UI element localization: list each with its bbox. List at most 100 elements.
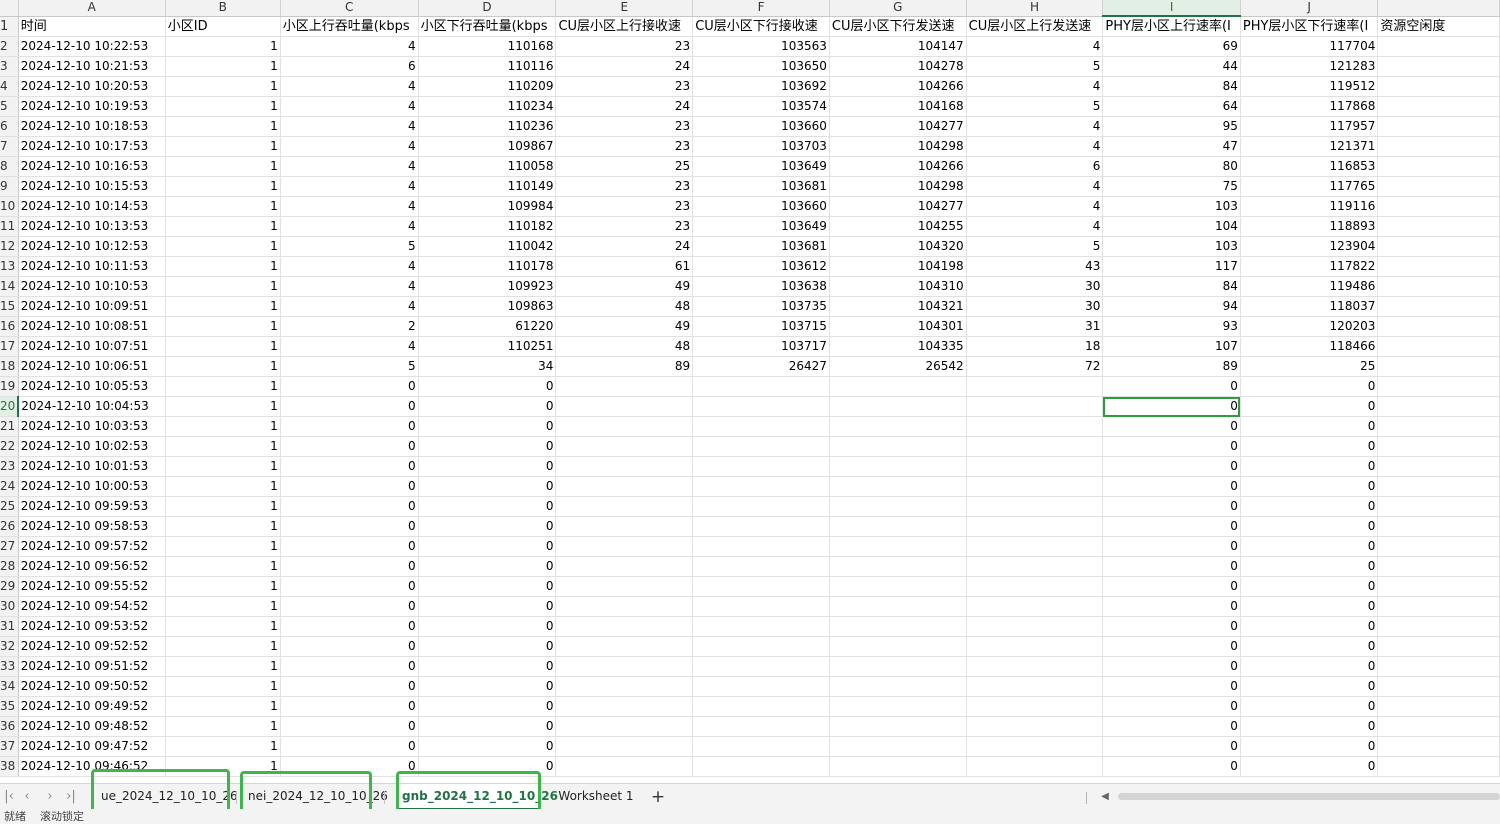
- table-cell[interactable]: 2024-12-10 09:54:52: [18, 596, 166, 617]
- table-cell[interactable]: 110058: [418, 156, 557, 177]
- first-sheet-icon[interactable]: |‹: [0, 788, 18, 806]
- table-cell[interactable]: [966, 416, 1104, 437]
- table-cell[interactable]: 89: [555, 356, 694, 377]
- table-cell[interactable]: [1377, 376, 1500, 397]
- row-number[interactable]: 4: [0, 76, 19, 97]
- table-cell[interactable]: 104: [1102, 216, 1241, 237]
- table-cell[interactable]: [692, 536, 830, 557]
- row-number[interactable]: 7: [0, 136, 19, 157]
- table-cell[interactable]: 1: [165, 516, 281, 537]
- table-cell[interactable]: 2024-12-10 10:07:51: [18, 336, 166, 357]
- table-cell[interactable]: 0: [418, 616, 557, 637]
- table-cell[interactable]: 117822: [1240, 256, 1379, 277]
- table-cell[interactable]: [555, 556, 694, 577]
- table-cell[interactable]: 64: [1102, 96, 1241, 117]
- table-cell[interactable]: 103: [1102, 236, 1241, 257]
- table-cell[interactable]: 110116: [418, 56, 557, 77]
- table-cell[interactable]: [555, 416, 694, 437]
- table-cell[interactable]: 103703: [692, 136, 830, 157]
- row-number[interactable]: 30: [0, 596, 19, 617]
- table-cell[interactable]: [692, 736, 830, 757]
- table-cell[interactable]: 2024-12-10 10:21:53: [18, 56, 166, 77]
- table-cell[interactable]: 23: [555, 116, 694, 137]
- add-sheet-button[interactable]: +: [648, 786, 668, 808]
- column-header[interactable]: B: [165, 0, 281, 17]
- table-cell[interactable]: 4: [280, 276, 419, 297]
- prev-sheet-icon[interactable]: ‹: [18, 788, 36, 806]
- table-cell[interactable]: [829, 396, 967, 417]
- table-cell[interactable]: 24: [555, 56, 694, 77]
- table-cell[interactable]: 5: [966, 96, 1104, 117]
- table-cell[interactable]: 23: [555, 196, 694, 217]
- header-cell[interactable]: 时间: [18, 16, 166, 37]
- table-cell[interactable]: [966, 536, 1104, 557]
- table-cell[interactable]: [555, 656, 694, 677]
- table-cell[interactable]: [555, 376, 694, 397]
- last-sheet-icon[interactable]: ›|: [62, 788, 80, 806]
- table-cell[interactable]: 118466: [1240, 336, 1379, 357]
- row-number[interactable]: 35: [0, 696, 19, 717]
- table-cell[interactable]: [966, 656, 1104, 677]
- table-cell[interactable]: 1: [165, 276, 281, 297]
- table-cell[interactable]: [966, 576, 1104, 597]
- table-cell[interactable]: [829, 756, 967, 777]
- table-cell[interactable]: 0: [1240, 576, 1379, 597]
- table-cell[interactable]: [555, 636, 694, 657]
- table-cell[interactable]: 104320: [829, 236, 967, 257]
- table-cell[interactable]: 0: [1102, 736, 1241, 757]
- table-cell[interactable]: 104168: [829, 96, 967, 117]
- table-cell[interactable]: 110042: [418, 236, 557, 257]
- table-cell[interactable]: [1377, 276, 1500, 297]
- row-number[interactable]: 10: [0, 196, 19, 217]
- table-cell[interactable]: [829, 596, 967, 617]
- header-cell[interactable]: PHY层小区上行速率(I: [1102, 16, 1241, 37]
- column-header[interactable]: A: [18, 0, 166, 17]
- table-cell[interactable]: [555, 676, 694, 697]
- table-cell[interactable]: 109923: [418, 276, 557, 297]
- row-number[interactable]: 20: [0, 396, 20, 417]
- table-cell[interactable]: 110178: [418, 256, 557, 277]
- table-cell[interactable]: 18: [966, 336, 1104, 357]
- table-cell[interactable]: 0: [1240, 696, 1379, 717]
- table-cell[interactable]: 109984: [418, 196, 557, 217]
- table-cell[interactable]: [829, 616, 967, 637]
- table-cell[interactable]: 2024-12-10 09:57:52: [18, 536, 166, 557]
- row-number[interactable]: 22: [0, 436, 19, 457]
- table-cell[interactable]: 2024-12-10 09:56:52: [18, 556, 166, 577]
- table-cell[interactable]: 0: [1102, 516, 1241, 537]
- table-cell[interactable]: 1: [165, 436, 281, 457]
- table-cell[interactable]: 4: [966, 216, 1104, 237]
- table-cell[interactable]: [555, 596, 694, 617]
- table-cell[interactable]: 2024-12-10 10:13:53: [18, 216, 166, 237]
- table-cell[interactable]: 1: [165, 136, 281, 157]
- table-cell[interactable]: 119486: [1240, 276, 1379, 297]
- table-cell[interactable]: [1377, 56, 1500, 77]
- table-cell[interactable]: 2024-12-10 09:52:52: [18, 636, 166, 657]
- table-cell[interactable]: [692, 376, 830, 397]
- table-cell[interactable]: 1: [165, 556, 281, 577]
- table-cell[interactable]: 4: [966, 76, 1104, 97]
- table-cell[interactable]: 0: [280, 576, 419, 597]
- table-cell[interactable]: 95: [1102, 116, 1241, 137]
- table-cell[interactable]: 1: [165, 36, 281, 57]
- table-cell[interactable]: 4: [966, 136, 1104, 157]
- column-header[interactable]: G: [829, 0, 967, 17]
- table-cell[interactable]: 4: [966, 176, 1104, 197]
- row-number[interactable]: 5: [0, 96, 19, 117]
- table-cell[interactable]: 2024-12-10 09:49:52: [18, 696, 166, 717]
- table-cell[interactable]: [1377, 516, 1500, 537]
- table-cell[interactable]: 0: [1102, 716, 1241, 737]
- table-cell[interactable]: 0: [1102, 616, 1241, 637]
- table-cell[interactable]: 104321: [829, 296, 967, 317]
- table-cell[interactable]: 23: [555, 36, 694, 57]
- table-cell[interactable]: [555, 696, 694, 717]
- table-cell[interactable]: 5: [280, 356, 419, 377]
- table-cell[interactable]: 104255: [829, 216, 967, 237]
- table-cell[interactable]: [692, 456, 830, 477]
- data-table[interactable]: ABCDEFGHIJ 1 时间 小区ID 小区上行吞吐量(kbps 小区下行吞吐量(kb…: [0, 0, 1500, 777]
- table-cell[interactable]: [1377, 656, 1500, 677]
- table-cell[interactable]: [1377, 396, 1500, 417]
- table-cell[interactable]: 1: [165, 536, 281, 557]
- table-cell[interactable]: 48: [555, 296, 694, 317]
- table-cell[interactable]: 121371: [1240, 136, 1379, 157]
